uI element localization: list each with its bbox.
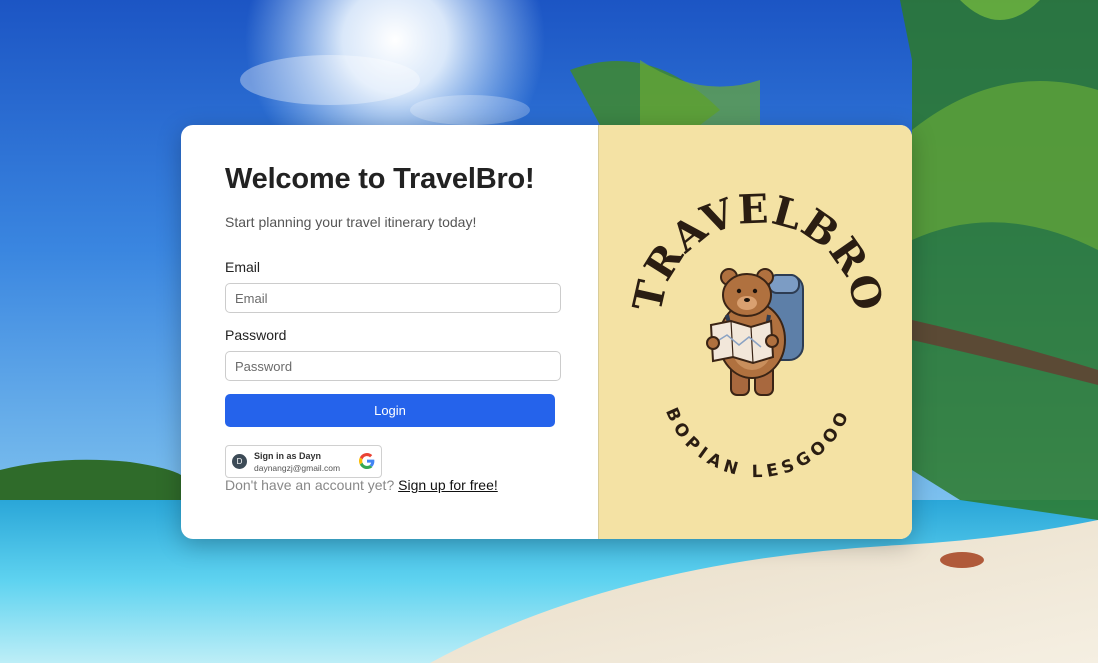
google-signin-button[interactable]: D Sign in as Dayn daynangzj@gmail.com bbox=[225, 445, 382, 478]
email-input[interactable] bbox=[225, 283, 561, 313]
page-subtitle: Start planning your travel itinerary tod… bbox=[225, 214, 477, 230]
bear-illustration bbox=[706, 268, 804, 396]
password-label: Password bbox=[225, 327, 287, 343]
logo-panel: TRAVELBRO BOPIAN LESGOOO bbox=[598, 125, 912, 539]
email-label: Email bbox=[225, 259, 261, 275]
avatar: D bbox=[232, 454, 247, 469]
signup-link[interactable]: Sign up for free! bbox=[398, 477, 498, 493]
svg-text:BOPIAN LESGOOO: BOPIAN LESGOOO bbox=[661, 405, 855, 482]
login-panel: Welcome to TravelBro! Start planning you… bbox=[181, 125, 598, 539]
travelbro-logo: TRAVELBRO BOPIAN LESGOOO bbox=[624, 185, 891, 482]
google-signin-name: Sign in as Dayn bbox=[254, 451, 322, 461]
password-input[interactable] bbox=[225, 351, 561, 381]
signup-prompt: Don't have an account yet? bbox=[225, 477, 395, 493]
login-button[interactable]: Login bbox=[225, 394, 555, 427]
page-title: Welcome to TravelBro! bbox=[225, 163, 535, 195]
google-signin-email: daynangzj@gmail.com bbox=[254, 463, 341, 473]
signup-row: Don't have an account yet? Sign up for f… bbox=[225, 477, 498, 493]
logo-bottom-text: BOPIAN LESGOOO bbox=[661, 405, 850, 482]
login-card: Welcome to TravelBro! Start planning you… bbox=[181, 125, 912, 539]
google-icon bbox=[359, 453, 375, 469]
